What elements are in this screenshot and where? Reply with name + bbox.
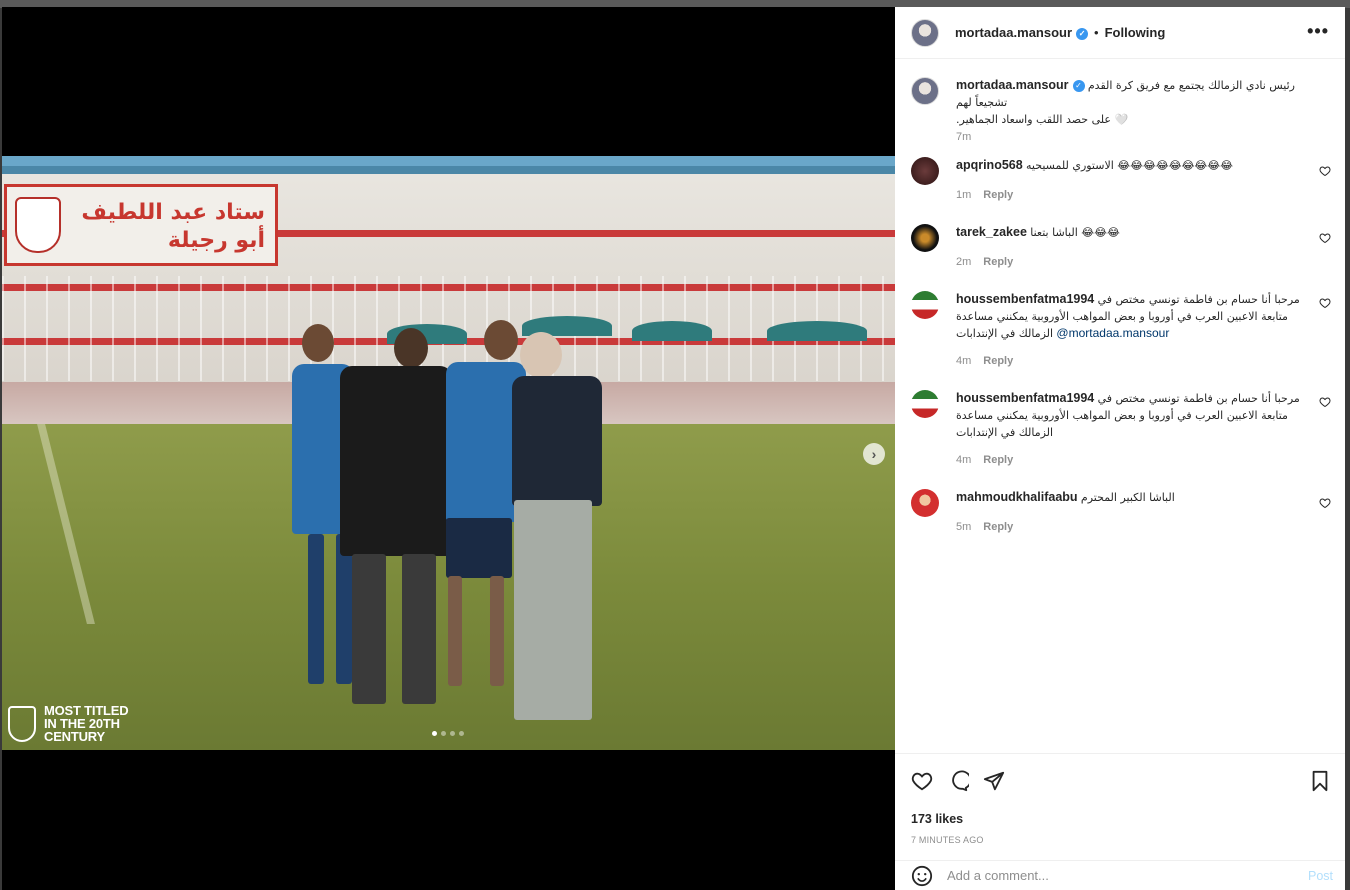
author-username[interactable]: mortadaa.mansour ✓ [955, 25, 1089, 40]
stadium-sign-text: ستاد عبد اللطيف أبو رجيلة [81, 200, 265, 253]
reply-button[interactable]: Reply [983, 189, 1013, 201]
comment-text: الباشا الكبير المحترم [1080, 491, 1175, 504]
post-modal: ستاد عبد اللطيف أبو رجيلة MOST TITLED IN… [2, 7, 1345, 890]
verified-badge-icon: ✓ [1076, 27, 1089, 40]
carousel-dot [432, 731, 437, 736]
more-options-icon[interactable]: ••• [1307, 21, 1329, 42]
caption-time: 7m [956, 131, 972, 143]
verified-badge-icon: ✓ [1072, 79, 1085, 92]
comment-bubble-icon[interactable] [947, 770, 969, 792]
emoji-smiley-icon[interactable] [911, 865, 933, 887]
like-comment-heart-icon[interactable] [1319, 165, 1331, 177]
club-watermark-icon [8, 705, 36, 742]
like-comment-heart-icon[interactable] [1319, 232, 1331, 244]
reply-button[interactable]: Reply [983, 521, 1013, 533]
comment-text: الباشا بتعنا 😂😂😂 [1030, 226, 1120, 239]
add-comment-input[interactable] [947, 868, 1287, 883]
author-avatar[interactable] [911, 18, 939, 47]
comment-text: الاستوري للمسيحيه 😂😂😂😂😂😂😂😂😂 [1026, 159, 1233, 172]
comment-username[interactable]: tarek_zakee [956, 225, 1027, 239]
comment-username[interactable]: houssembenfatma1994 [956, 292, 1094, 306]
watermark-line: CENTURY [44, 729, 105, 744]
commenter-avatar[interactable] [911, 291, 939, 319]
comment-time: 5m [956, 521, 972, 533]
carousel-dot [441, 731, 446, 736]
post-side-panel: mortadaa.mansour ✓ • Following ••• mortad… [895, 7, 1345, 890]
likes-count[interactable]: 173 likes [911, 812, 963, 826]
reply-button[interactable]: Reply [983, 355, 1013, 367]
carousel-dot [459, 731, 464, 736]
stadium-sign: ستاد عبد اللطيف أبو رجيلة [4, 184, 278, 266]
following-button[interactable]: Following [1105, 25, 1166, 40]
caption-username[interactable]: mortadaa.mansour [956, 78, 1069, 92]
comment-time: 2m [956, 256, 972, 268]
comments-list: mortadaa.mansour ✓ رئيس نادي الزمالك يجتم… [895, 67, 1345, 757]
like-comment-heart-icon[interactable] [1319, 497, 1331, 509]
comment-username[interactable]: houssembenfatma1994 [956, 391, 1094, 405]
post-actions: 173 likes 7 MINUTES AGO [895, 753, 1345, 853]
commenter-avatar[interactable] [911, 489, 939, 517]
club-crest-icon [15, 197, 61, 253]
add-comment-bar: Post [895, 860, 1345, 890]
carousel-dot [450, 731, 455, 736]
like-comment-heart-icon[interactable] [1319, 396, 1331, 408]
post-timestamp: 7 MINUTES AGO [911, 835, 984, 845]
comment-username[interactable]: mahmoudkhalifaabu [956, 490, 1078, 504]
like-heart-icon[interactable] [911, 770, 933, 792]
comment-time: 4m [956, 355, 972, 367]
commenter-avatar[interactable] [911, 390, 939, 418]
share-send-icon[interactable] [983, 770, 1005, 792]
commenter-avatar[interactable] [911, 224, 939, 252]
comment-username[interactable]: apqrino568 [956, 158, 1023, 172]
post-header: mortadaa.mansour ✓ • Following ••• [895, 7, 1345, 59]
separator-dot: • [1094, 25, 1099, 40]
carousel-dots [432, 731, 464, 736]
author-avatar[interactable] [911, 77, 939, 105]
reply-button[interactable]: Reply [983, 256, 1013, 268]
save-bookmark-icon[interactable] [1309, 770, 1331, 792]
post-photo: ستاد عبد اللطيف أبو رجيلة MOST TITLED IN… [2, 156, 895, 750]
comment-mention-link[interactable]: @mortadaa.mansour [1056, 326, 1169, 340]
club-watermark: MOST TITLED IN THE 20TH CENTURY [8, 704, 129, 744]
comment-time: 4m [956, 454, 972, 466]
commenter-avatar[interactable] [911, 157, 939, 185]
like-comment-heart-icon[interactable] [1319, 297, 1331, 309]
post-comment-button[interactable]: Post [1308, 869, 1333, 883]
comment-time: 1m [956, 189, 972, 201]
next-slide-button[interactable]: › [863, 443, 885, 465]
post-media: ستاد عبد اللطيف أبو رجيلة MOST TITLED IN… [2, 7, 895, 890]
caption-text: .على حصد اللقب واسعاد الجماهير 🤍 [956, 113, 1129, 126]
reply-button[interactable]: Reply [983, 454, 1013, 466]
